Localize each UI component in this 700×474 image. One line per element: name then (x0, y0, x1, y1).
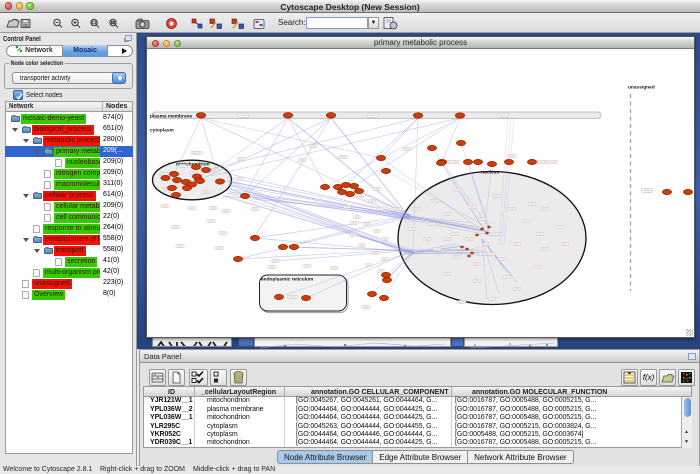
svg-text:endoplasmic reticulum: endoplasmic reticulum (261, 277, 313, 283)
svg-text:unassigned: unassigned (628, 85, 655, 91)
svg-text:plasma membrane: plasma membrane (150, 113, 192, 119)
svg-text:nucleus: nucleus (481, 170, 499, 176)
svg-text:cytoplasm: cytoplasm (150, 128, 174, 134)
